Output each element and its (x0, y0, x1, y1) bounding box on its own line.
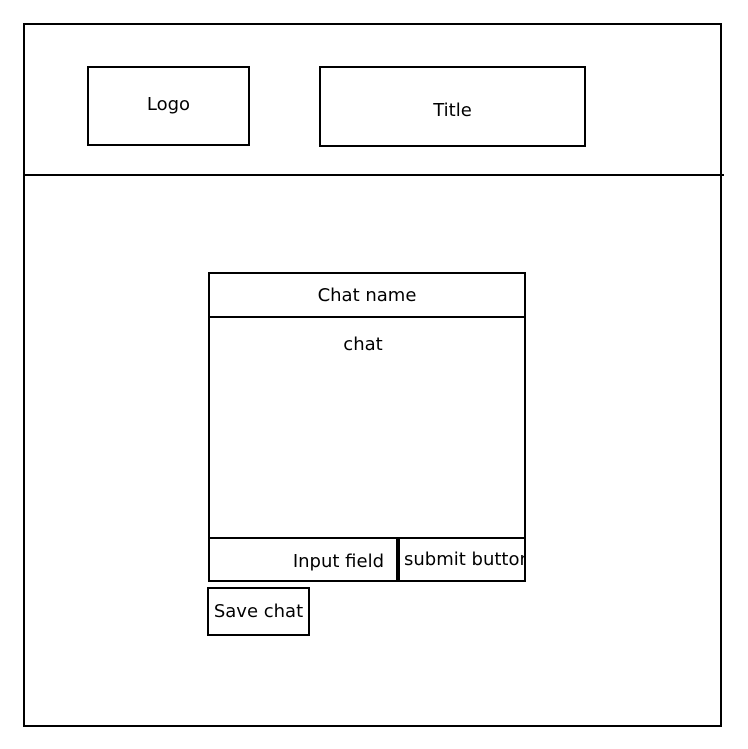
logo: Logo (87, 66, 250, 146)
chat-area-label: chat (343, 334, 383, 355)
logo-label: Logo (146, 93, 191, 115)
chat-messages-area: chat (210, 318, 524, 537)
header-divider (23, 174, 724, 176)
submit-button-label: submit button (404, 549, 524, 570)
save-chat-button[interactable]: Save chat (207, 587, 310, 636)
save-chat-label: Save chat (213, 601, 304, 622)
input-field-label: Input field (292, 551, 384, 572)
page-title: Title (319, 66, 586, 147)
title-label: Title (433, 100, 472, 121)
chat-input-row: Input field submit button (210, 537, 524, 580)
chat-name-label: Chat name (317, 284, 417, 306)
submit-button[interactable]: submit button (400, 539, 524, 580)
chat-input-field[interactable]: Input field (210, 539, 396, 580)
chat-name-header: Chat name (210, 274, 524, 318)
chat-panel: Chat name chat Input field submit button (208, 272, 526, 582)
